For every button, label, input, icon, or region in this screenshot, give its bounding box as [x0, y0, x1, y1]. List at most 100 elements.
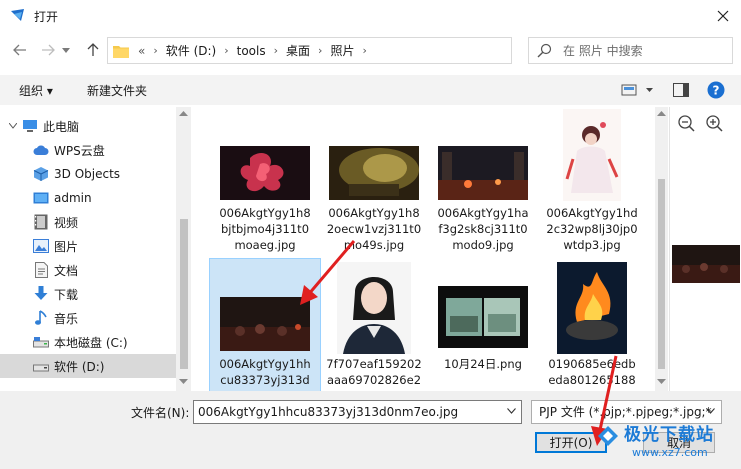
sidebar-item-label: 视频 — [54, 215, 79, 230]
sidebar-item-videos[interactable]: 视频 — [0, 210, 176, 234]
arrow-left-icon — [13, 44, 26, 56]
window-title: 打开 — [34, 10, 59, 24]
sidebar-item-label: 3D Objects — [54, 167, 121, 181]
file-name-line: eda801265188 — [548, 373, 636, 387]
sidebar-item-label: admin — [54, 191, 92, 205]
help-icon: ? — [707, 81, 725, 99]
watermark-url: www.xz7.com — [632, 446, 708, 459]
chevron-up-icon — [657, 111, 666, 116]
sidebar-item-label: 本地磁盘 (C:) — [54, 335, 128, 350]
drive-icon — [33, 364, 49, 372]
file-name-line: moaeg.jpg — [234, 238, 296, 252]
filename-label: 文件名(N): — [131, 406, 190, 420]
desktop-folder-icon — [33, 192, 49, 204]
file-name-line: 2c32wp8lj30jp0 — [546, 222, 638, 236]
navigation-bar: « › 软件 (D:) › tools › 桌面 › 照片 › — [0, 33, 741, 69]
sidebar-item-wps-cloud[interactable]: WPS云盘 — [0, 138, 176, 162]
chevron-down-icon — [706, 408, 715, 414]
change-view-button[interactable] — [618, 80, 656, 100]
preview-pane-button[interactable] — [671, 80, 691, 100]
file-name-line: 006AkgtYgy1h8 — [219, 206, 311, 220]
file-list: 006AkgtYgy1h8 bjtbjmo4j311t0 moaeg.jpg 0… — [193, 107, 668, 391]
app-icon — [11, 9, 24, 21]
help-button[interactable]: ? — [706, 80, 726, 100]
preview-pane-icon — [673, 83, 689, 97]
picture-icon — [33, 239, 49, 253]
breadcrumb-tools[interactable]: tools — [237, 44, 266, 58]
address-overflow[interactable]: « — [138, 44, 145, 58]
file-name-line: 10月24日.png — [444, 357, 522, 371]
drive-icon — [33, 337, 49, 348]
sidebar-item-admin[interactable]: admin — [0, 186, 176, 210]
file-list-scrollbar[interactable] — [655, 107, 668, 391]
sidebar-scrollbar[interactable] — [176, 107, 191, 391]
up-button[interactable] — [82, 39, 104, 61]
sidebar-item-software-d[interactable]: 软件 (D:) — [0, 354, 176, 378]
zoom-out-icon[interactable] — [676, 113, 696, 133]
search-input[interactable] — [563, 42, 723, 59]
breadcrumb-separator[interactable]: › — [274, 44, 278, 57]
file-thumbnail — [329, 146, 419, 200]
breadcrumb-separator[interactable]: › — [224, 44, 228, 57]
address-bar[interactable]: « › 软件 (D:) › tools › 桌面 › 照片 › — [107, 37, 607, 64]
file-name-line: 006AkgtYgy1ha — [437, 206, 529, 220]
sidebar-item-downloads[interactable]: 下载 — [0, 282, 176, 306]
sidebar-scrollbar-thumb[interactable] — [180, 219, 188, 369]
sidebar-item-pictures[interactable]: 图片 — [0, 234, 176, 258]
file-name-line: 006AkgtYgy1h8 — [328, 206, 420, 220]
sidebar-item-label: 此电脑 — [43, 119, 80, 134]
svg-text:?: ? — [713, 84, 720, 98]
file-name-line: aaa69702826e2 — [326, 373, 422, 387]
breadcrumb-separator[interactable]: › — [362, 44, 366, 57]
chevron-down-icon — [62, 47, 70, 53]
organize-menu[interactable]: 组织 ▾ — [19, 82, 53, 99]
watermark-logo-icon — [598, 426, 618, 446]
preview-image — [672, 245, 740, 283]
file-thumbnail — [563, 109, 621, 201]
download-icon — [34, 286, 48, 300]
sidebar-item-3d-objects[interactable]: 3D Objects — [0, 162, 176, 186]
breadcrumb-separator: › — [153, 44, 158, 57]
forward-button[interactable] — [37, 39, 59, 61]
file-thumbnail — [438, 286, 528, 348]
file-name-line: 006AkgtYgy1hh — [219, 357, 311, 371]
command-bar: 组织 ▾ 新建文件夹 ? — [0, 75, 741, 105]
filename-input[interactable]: 006AkgtYgy1hhcu83373yj313d0nm7eo.jpg — [193, 400, 522, 424]
chevron-down-icon — [179, 379, 188, 384]
zoom-in-icon[interactable] — [704, 113, 724, 133]
new-folder-button[interactable]: 新建文件夹 — [87, 82, 147, 99]
search-box[interactable] — [528, 37, 733, 64]
file-thumbnail — [220, 297, 310, 351]
close-icon — [717, 10, 729, 22]
recent-locations-button[interactable] — [59, 39, 73, 61]
cube-icon — [33, 167, 49, 181]
sidebar-item-this-pc[interactable]: 此电脑 — [0, 114, 176, 138]
sidebar-item-local-disk-c[interactable]: 本地磁盘 (C:) — [0, 330, 176, 354]
sidebar-item-documents[interactable]: 文档 — [0, 258, 176, 282]
document-icon — [34, 262, 48, 278]
file-name-line: 0190685e6edb — [548, 357, 636, 371]
breadcrumb-desktop[interactable]: 桌面 — [286, 42, 310, 59]
file-list-scrollbar-thumb[interactable] — [658, 179, 665, 369]
chevron-down-icon[interactable] — [507, 408, 516, 414]
breadcrumb-photos[interactable]: 照片 — [330, 42, 354, 59]
preview-pane — [669, 107, 741, 391]
file-name-line: cu83373yj313d — [220, 373, 310, 387]
sidebar-item-label: 软件 (D:) — [54, 359, 105, 374]
file-name-line: 2oecw1vzj311t0 — [326, 222, 422, 236]
sidebar-item-music[interactable]: 音乐 — [0, 306, 176, 330]
music-icon — [35, 310, 47, 325]
back-button[interactable] — [9, 39, 31, 61]
file-name-line: bjtbjmo4j311t0 — [220, 222, 310, 236]
sidebar-item-label: WPS云盘 — [54, 143, 105, 158]
cloud-icon — [33, 145, 49, 155]
breadcrumb-separator[interactable]: › — [318, 44, 322, 57]
file-name-line: 006AkgtYgy1hd — [546, 206, 638, 220]
open-button-label: 打开(O) — [549, 436, 593, 450]
file-name-line: f3g2sk8cj311t0 — [438, 222, 528, 236]
breadcrumb-drive[interactable]: 软件 (D:) — [166, 42, 216, 59]
watermark-text: 极光下载站 — [624, 425, 714, 445]
computer-icon — [23, 120, 37, 132]
file-thumbnail — [557, 262, 627, 354]
close-button[interactable] — [706, 3, 740, 29]
